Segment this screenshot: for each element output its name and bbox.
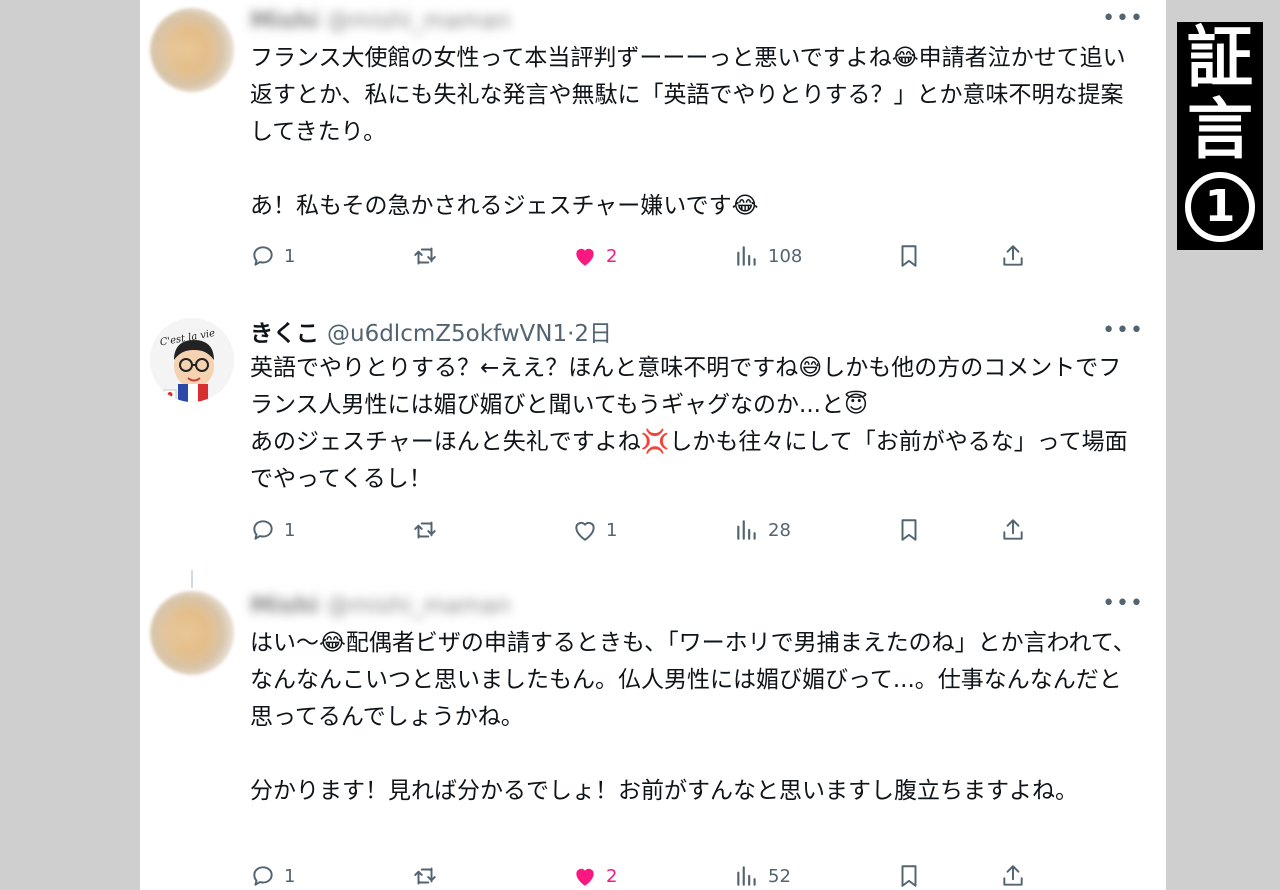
heart-icon	[576, 868, 594, 886]
view-count: 52	[768, 865, 791, 887]
views-button[interactable]: 52	[734, 861, 791, 890]
reply-count: 1	[284, 519, 296, 541]
tweet-header: Mishi @mishi_maman	[250, 4, 511, 38]
like-count: 1	[606, 519, 618, 541]
reply-icon	[253, 866, 273, 886]
avatar[interactable]: C'est la vie	[150, 318, 234, 402]
retweet-icon	[414, 247, 436, 265]
retweet-icon	[414, 867, 436, 885]
like-button[interactable]: 1	[572, 515, 617, 545]
bookmark-icon	[901, 245, 917, 267]
handle[interactable]: @u6dlcmZ5okfwVN1·2日	[327, 314, 612, 348]
heart-icon	[576, 248, 594, 266]
retweet-icon	[414, 521, 436, 539]
share-button[interactable]	[1000, 861, 1026, 890]
reply-button[interactable]: 1	[250, 241, 295, 271]
like-count: 2	[606, 245, 618, 267]
testimony-label: 証 言 1	[1177, 22, 1263, 250]
tweet[interactable]: C'est la vie きくこ @u6dlcmZ5okfwVN1·2日 •••…	[140, 300, 1166, 570]
label-char-2: 言	[1187, 91, 1253, 168]
bookmark-button[interactable]	[896, 241, 922, 271]
label-char-1: 証	[1187, 19, 1253, 96]
reply-icon	[253, 520, 273, 540]
views-icon	[737, 866, 756, 886]
reply-count: 1	[284, 245, 296, 267]
heart-icon	[575, 521, 595, 541]
display-name[interactable]: Mishi	[250, 593, 319, 619]
like-button[interactable]: 2	[572, 241, 617, 271]
like-count: 2	[606, 865, 618, 887]
display-name[interactable]: きくこ	[250, 314, 319, 348]
tweet-text-content: はい〜😂配偶者ビザの申請するときも、「ワーホリで男捕まえたのね」とか言われて、な…	[250, 630, 1136, 804]
bookmark-button[interactable]	[896, 861, 922, 890]
share-icon	[1003, 245, 1023, 266]
tweet[interactable]: Mishi @mishi_maman ••• はい〜😂配偶者ビザの申請するときも…	[140, 585, 1166, 890]
bookmark-icon	[901, 519, 917, 541]
share-icon	[1003, 865, 1023, 886]
tweet-header: きくこ @u6dlcmZ5okfwVN1·2日	[250, 314, 612, 348]
reply-count: 1	[284, 865, 296, 887]
tweet-text: はい〜😂配偶者ビザの申請するときも、「ワーホリで男捕まえたのね」とか言われて、な…	[250, 625, 1140, 810]
reply-icon	[253, 246, 273, 266]
views-icon	[737, 520, 756, 540]
avatar-illustration: C'est la vie	[150, 318, 234, 402]
tweet-text: 英語でやりとりする？←ええ？ほんと意味不明ですね😅しかも他の方のコメントでフラン…	[250, 350, 1140, 498]
view-count: 28	[768, 519, 791, 541]
handle[interactable]: @mishi_maman	[327, 593, 511, 619]
retweet-button[interactable]	[412, 861, 446, 890]
timeline: Mishi @mishi_maman ••• フランス大使館の女性って本当評判ず…	[140, 0, 1166, 890]
views-button[interactable]: 108	[734, 241, 802, 271]
action-bar: 1 2 52	[250, 861, 1050, 890]
handle[interactable]: @mishi_maman	[327, 8, 511, 34]
reply-button[interactable]: 1	[250, 861, 295, 890]
views-icon	[737, 246, 756, 266]
like-button[interactable]: 2	[572, 861, 617, 890]
display-name[interactable]: Mishi	[250, 8, 319, 34]
tweet-header: Mishi @mishi_maman	[250, 589, 511, 623]
views-button[interactable]: 28	[734, 515, 791, 545]
tweet-text-content: フランス大使館の女性って本当評判ずーーーっと悪いですよね😂申請者泣かせて追い返す…	[250, 45, 1126, 219]
action-bar: 1 2 108	[250, 241, 1050, 271]
tweet-text-content: 英語でやりとりする？←ええ？ほんと意味不明ですね😅しかも他の方のコメントでフラン…	[250, 355, 1128, 492]
share-icon	[1003, 519, 1023, 540]
more-icon[interactable]: •••	[1102, 318, 1144, 343]
view-count: 108	[768, 245, 803, 267]
tweet[interactable]: Mishi @mishi_maman ••• フランス大使館の女性って本当評判ず…	[140, 0, 1166, 285]
share-button[interactable]	[1000, 241, 1026, 271]
retweet-button[interactable]	[412, 515, 446, 545]
reply-button[interactable]: 1	[250, 515, 295, 545]
bookmark-icon	[901, 865, 917, 887]
more-icon[interactable]: •••	[1102, 6, 1144, 31]
bookmark-button[interactable]	[896, 515, 922, 545]
label-number: 1	[1185, 172, 1255, 242]
tweet-text: フランス大使館の女性って本当評判ずーーーっと悪いですよね😂申請者泣かせて追い返す…	[250, 40, 1140, 225]
avatar[interactable]	[150, 591, 234, 675]
avatar[interactable]	[150, 8, 234, 92]
more-icon[interactable]: •••	[1102, 591, 1144, 616]
retweet-button[interactable]	[412, 241, 446, 271]
share-button[interactable]	[1000, 515, 1026, 545]
action-bar: 1 1 28	[250, 515, 1050, 545]
